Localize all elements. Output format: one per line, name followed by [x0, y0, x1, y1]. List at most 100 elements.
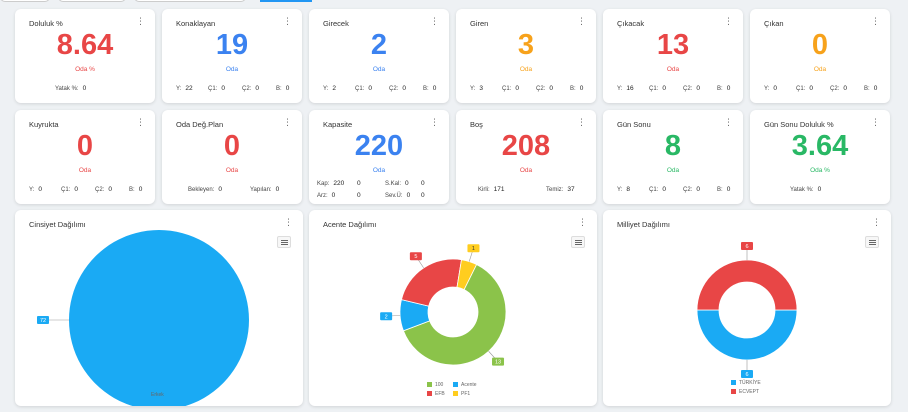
mini-stat: Yatak %: 0 — [790, 186, 821, 193]
mini-stat-colon: : — [326, 86, 329, 92]
stat-card-giren[interactable]: Giren ⋮ 3 Oda Y: 3 Ç1: 0 Ç2: 0 B: 0 — [456, 9, 596, 103]
more-menu-icon[interactable]: ⋮ — [724, 17, 733, 26]
card-title: Kuyrukta — [29, 120, 59, 129]
mini-stat: Y: 16 — [617, 85, 634, 92]
mini-stat-label: Bekleyen — [188, 187, 213, 193]
mini-stat-colon: : — [767, 86, 770, 92]
legend-item[interactable]: 100 — [427, 382, 443, 388]
mini-stat-label: Ç2 — [830, 86, 838, 92]
legend-item[interactable]: Acente — [453, 382, 477, 388]
mini-stat-label: Yapılan — [250, 187, 270, 193]
mini-stat-value: 0 — [402, 85, 406, 92]
more-menu-icon[interactable]: ⋮ — [430, 118, 439, 127]
card-value: 220 — [354, 130, 404, 162]
mini-stat: Bekleyen: 0 — [188, 186, 222, 193]
mini-stat: Ç2: 0 — [683, 186, 700, 193]
mini-stat: B: 0 — [717, 85, 730, 92]
more-menu-icon[interactable]: ⋮ — [283, 17, 292, 26]
mini-stat-value: 0 — [843, 85, 847, 92]
stat-card-cikan[interactable]: Çıkan ⋮ 0 Oda Y: 0 Ç1: 0 Ç2: 0 B: 0 — [750, 9, 890, 103]
top-tab-pill[interactable] — [58, 0, 126, 2]
mini-stat-colon: : — [837, 86, 840, 92]
legend-item[interactable]: EFB — [427, 391, 445, 397]
mini-stat-value: 16 — [626, 85, 634, 92]
card-value: 208 — [501, 130, 551, 162]
more-menu-icon[interactable]: ⋮ — [577, 17, 586, 26]
stat-card-odadegplan[interactable]: Oda Değ.Plan ⋮ 0 Oda Bekleyen: 0 Yapılan: 0 — [162, 110, 302, 204]
card-unit: Oda — [372, 66, 386, 73]
mini-stat-label: Ç2 — [242, 86, 250, 92]
legend-item[interactable]: PF1 — [453, 391, 470, 397]
mini-stat-colon: : — [400, 193, 403, 199]
top-tab-pill[interactable] — [0, 0, 50, 2]
stat-card-kuyrukta[interactable]: Kuyrukta ⋮ 0 Oda Y: 0 Ç1: 0 Ç2: 0 B: 0 — [15, 110, 155, 204]
stat-card-kapasite[interactable]: Kapasite ⋮ 220 Oda Kap: 220 0 S.Kal: 0 0 Arz: 0 0 Sev… — [309, 110, 449, 204]
card-value: 8 — [664, 130, 682, 162]
mini-stat-colon: : — [721, 187, 723, 193]
mini-stat-colon: : — [215, 86, 218, 92]
mini-stat: 0 — [417, 180, 425, 187]
mini-stat-value: 0 — [138, 186, 143, 193]
legend-swatch — [453, 391, 458, 397]
more-menu-icon[interactable]: ⋮ — [283, 118, 292, 127]
mini-stat: Ç2: 0 — [683, 85, 700, 92]
mini-stat-label: Yatak % — [55, 86, 77, 92]
stat-card-doluluk[interactable]: Doluluk % ⋮ 8.64 Oda % Yatak %: 0 — [15, 9, 155, 103]
mini-stat-value: 0 — [515, 85, 519, 92]
mini-stat-value: 0 — [662, 186, 666, 193]
legend-item[interactable]: Erkek — [143, 392, 164, 398]
mini-stat: Y: 2 — [323, 85, 336, 92]
mini-stat-label: Ç2 — [683, 86, 691, 92]
mini-stat-value: 0 — [726, 186, 731, 193]
mini-stat-value: 220 — [333, 180, 345, 187]
mini-stat-colon: : — [488, 187, 490, 193]
pie-slice-0 — [696, 309, 798, 361]
top-tab-pill[interactable] — [134, 0, 246, 2]
mini-stat-colon: : — [133, 187, 135, 193]
mini-stat-colon: : — [362, 86, 365, 92]
mini-stat-colon: : — [102, 187, 105, 193]
card-unit: Oda — [666, 66, 680, 73]
mini-stat: Y: 0 — [29, 186, 42, 193]
more-menu-icon[interactable]: ⋮ — [724, 118, 733, 127]
stat-card-gunsonu[interactable]: Gün Sonu ⋮ 8 Oda Y: 8 Ç1: 0 Ç2: 0 B: 0 — [603, 110, 743, 204]
stat-card-bos[interactable]: Boş ⋮ 208 Oda Kirli: 171 Temiz: 37 — [456, 110, 596, 204]
stat-card-cikacak[interactable]: Çıkacak ⋮ 13 Oda Y: 16 Ç1: 0 Ç2: 0 B: 0 — [603, 9, 743, 103]
more-menu-icon[interactable]: ⋮ — [871, 118, 880, 127]
more-menu-icon[interactable]: ⋮ — [136, 118, 145, 127]
stat-card-konaklayan[interactable]: Konaklayan ⋮ 19 Oda Y: 22 Ç1: 0 Ç2: 0 B: 0 — [162, 9, 302, 103]
pie-slice-0 — [68, 230, 249, 406]
card-value: 0 — [811, 29, 829, 61]
legend-item[interactable]: TÜRKİYE — [731, 380, 761, 386]
more-menu-icon[interactable]: ⋮ — [136, 17, 145, 26]
mini-stat: Y: 3 — [470, 85, 483, 92]
mini-stat-value: 22 — [185, 85, 193, 92]
top-tabs-strip — [0, 0, 908, 4]
mini-stat: Arz: 0 — [317, 192, 335, 199]
legend-item[interactable]: ECVEPT — [731, 389, 759, 395]
mini-stat-colon: : — [32, 187, 35, 193]
card-unit: Oda — [78, 167, 92, 174]
mini-stat-value: 0 — [221, 85, 225, 92]
more-menu-icon[interactable]: ⋮ — [430, 17, 439, 26]
more-menu-icon[interactable]: ⋮ — [871, 17, 880, 26]
mini-stat: Yapılan: 0 — [250, 186, 279, 193]
card-value: 13 — [656, 29, 690, 61]
more-menu-icon[interactable]: ⋮ — [577, 118, 586, 127]
stat-card-gunsonudoluluk[interactable]: Gün Sonu Doluluk % ⋮ 3.64 Oda % Yatak %: 0 — [750, 110, 890, 204]
chart-svg: 13 2 5 1 — [380, 244, 507, 366]
chart-svg: 72 — [37, 230, 249, 406]
mini-stat-label: Kap — [317, 181, 328, 187]
mini-stat-value: 0 — [809, 85, 813, 92]
mini-stat-label: Ç2 — [683, 187, 691, 193]
legend-label: 100 — [435, 382, 444, 388]
legend-label: Erkek — [151, 392, 164, 398]
mini-stat-label: Ç2 — [536, 86, 544, 92]
mini-stat-value: 0 — [82, 85, 87, 92]
mini-stat-value: 0 — [696, 186, 700, 193]
legend-label: TÜRKİYE — [739, 380, 761, 386]
pie-slice-1 — [696, 259, 798, 311]
stat-card-girecek[interactable]: Girecek ⋮ 2 Oda Y: 2 Ç1: 0 Ç2: 0 B: 0 — [309, 9, 449, 103]
mini-stat-value: 3 — [479, 85, 483, 92]
mini-stat-value: 0 — [579, 85, 584, 92]
